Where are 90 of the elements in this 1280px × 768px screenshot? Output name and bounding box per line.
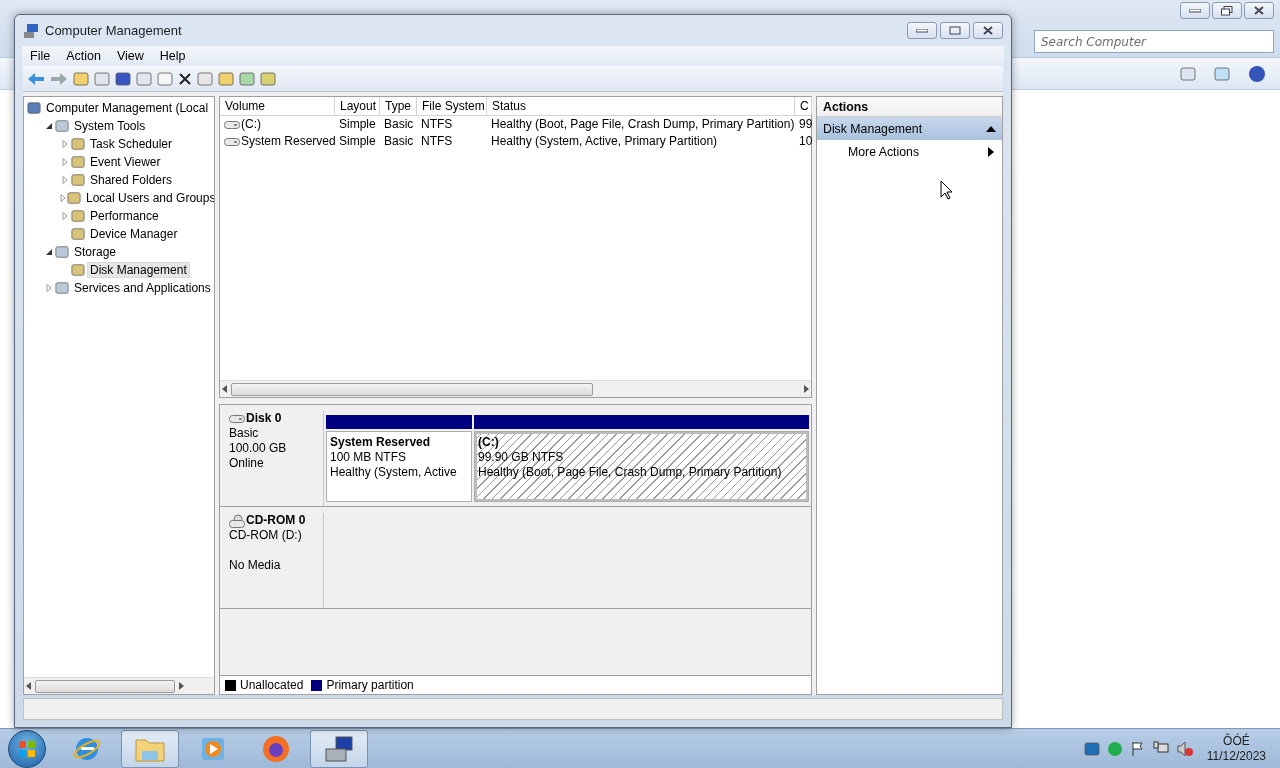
disk-status: No Media: [229, 558, 282, 573]
partition-name: System Reserved: [330, 435, 431, 450]
table-cell: System Reserved: [220, 133, 335, 150]
column-header[interactable]: Layout: [335, 97, 380, 115]
table-cell-text: Simple: [338, 133, 377, 150]
horizontal-scrollbar[interactable]: [24, 677, 214, 694]
minimize-icon: [1189, 8, 1201, 13]
scroll-left-arrow-icon[interactable]: [26, 682, 32, 690]
minimize-icon: [916, 28, 928, 33]
table-cell-text: NTFS: [420, 116, 454, 133]
clock[interactable]: ÔÓÉ 11/12/2023: [1206, 733, 1266, 764]
scroll-right-arrow-icon[interactable]: [803, 385, 809, 393]
menu-item[interactable]: Help: [151, 49, 194, 63]
tree-item[interactable]: System Tools: [71, 118, 149, 134]
drive-icon: [224, 136, 240, 147]
delete-icon[interactable]: [178, 71, 192, 86]
computer-icon: [23, 22, 39, 39]
back-arrow-icon[interactable]: [27, 71, 45, 86]
expand-arrow-icon[interactable]: [59, 191, 67, 205]
start-button[interactable]: [8, 729, 46, 768]
menu-item[interactable]: Action: [58, 49, 109, 63]
table-cell-text: Healthy (Boot, Page File, Crash Dump, Primary Partition): [490, 116, 795, 133]
tree-item[interactable]: Performance: [87, 208, 162, 224]
action-item[interactable]: More Actions: [817, 140, 1002, 164]
tree-item[interactable]: Task Scheduler: [87, 136, 176, 152]
partition-size: 99.90 GB NTFS: [478, 450, 564, 465]
partition-status: Healthy (System, Active: [330, 465, 457, 480]
forward-arrow-icon[interactable]: [50, 71, 68, 86]
table-cell-text: Healthy (System, Active, Primary Partition): [490, 133, 719, 150]
muted-speaker-icon[interactable]: [1175, 740, 1194, 757]
mouse-pointer-icon: [940, 180, 954, 200]
table-cell: (C:): [220, 116, 335, 133]
partition-block[interactable]: (C:) 99.90 GB NTFS Healthy (Boot, Page File, Crash Dump, Primary Partition): [474, 431, 809, 502]
actions-section[interactable]: Disk Management: [817, 117, 1002, 140]
close-button[interactable]: [1244, 2, 1274, 19]
windows-logo-icon: [18, 739, 36, 758]
minimize-button[interactable]: [907, 22, 937, 39]
actions-title: Actions: [817, 97, 1002, 117]
drive-icon: [224, 119, 240, 130]
close-button[interactable]: [973, 22, 1003, 39]
table-cell-text: 99: [798, 116, 812, 133]
tree-item[interactable]: Computer Management (Local: [43, 100, 212, 116]
column-header[interactable]: Type: [380, 97, 417, 115]
partition-name: (C:): [478, 435, 499, 450]
maximize-icon: [949, 26, 961, 35]
partition-size: 100 MB NTFS: [330, 450, 407, 465]
tree-item[interactable]: Disk Management: [87, 262, 190, 278]
close-icon: [1254, 6, 1264, 15]
tree-item[interactable]: Storage: [71, 244, 120, 260]
column-header[interactable]: C: [795, 97, 812, 115]
search-field[interactable]: Search Computer: [1034, 30, 1274, 53]
taskbar-app-button[interactable]: [310, 729, 368, 768]
submenu-arrow-icon: [988, 147, 994, 157]
tree-item[interactable]: Device Manager: [87, 226, 181, 242]
table-cell-text: 10: [798, 133, 812, 150]
taskbar-app-button[interactable]: [121, 729, 179, 768]
disk-status: Online: [229, 456, 265, 471]
menu-item[interactable]: View: [108, 49, 152, 63]
menu-item[interactable]: File: [22, 49, 59, 63]
close-icon: [983, 26, 993, 35]
disk-type: Basic: [229, 426, 260, 441]
tree-item[interactable]: Shared Folders: [87, 172, 176, 188]
horizontal-scrollbar[interactable]: [220, 380, 811, 397]
disk-name: Disk 0: [229, 411, 323, 426]
disk-size: 100.00 GB: [229, 441, 288, 456]
partition-block[interactable]: System Reserved 100 MB NTFS Healthy (System, Active: [326, 431, 472, 502]
column-header[interactable]: Status: [487, 97, 795, 115]
table-cell-text: Simple: [338, 116, 377, 133]
scroll-right-arrow-icon[interactable]: [178, 682, 184, 690]
table-cell-text: Basic: [383, 133, 415, 150]
legend-label: Primary partition: [326, 678, 414, 692]
column-header[interactable]: File System: [417, 97, 487, 115]
column-header[interactable]: Volume: [220, 97, 335, 115]
disk-name: CD-ROM 0: [229, 513, 323, 528]
disk-type: CD-ROM (D:): [229, 528, 303, 543]
collapse-arrow-icon[interactable]: [986, 125, 996, 132]
restore-icon: [1221, 5, 1233, 16]
restore-button[interactable]: [1212, 2, 1242, 19]
hard-drive-icon: [229, 413, 245, 424]
optical-drive-icon: [229, 513, 245, 528]
legend-label: Unallocated: [240, 678, 304, 692]
partition-status: Healthy (Boot, Page File, Crash Dump, Primary Partition): [478, 465, 782, 480]
window-title: Computer Management: [45, 23, 183, 38]
scroll-left-arrow-icon[interactable]: [222, 385, 228, 393]
flag-icon[interactable]: [1129, 740, 1146, 757]
table-cell-text: NTFS: [420, 133, 454, 150]
computer-toolbox-icon: [324, 734, 354, 763]
tree-item[interactable]: Services and Applications: [71, 280, 214, 296]
tree-item[interactable]: Event Viewer: [87, 154, 164, 170]
table-cell-text: Basic: [383, 116, 415, 133]
